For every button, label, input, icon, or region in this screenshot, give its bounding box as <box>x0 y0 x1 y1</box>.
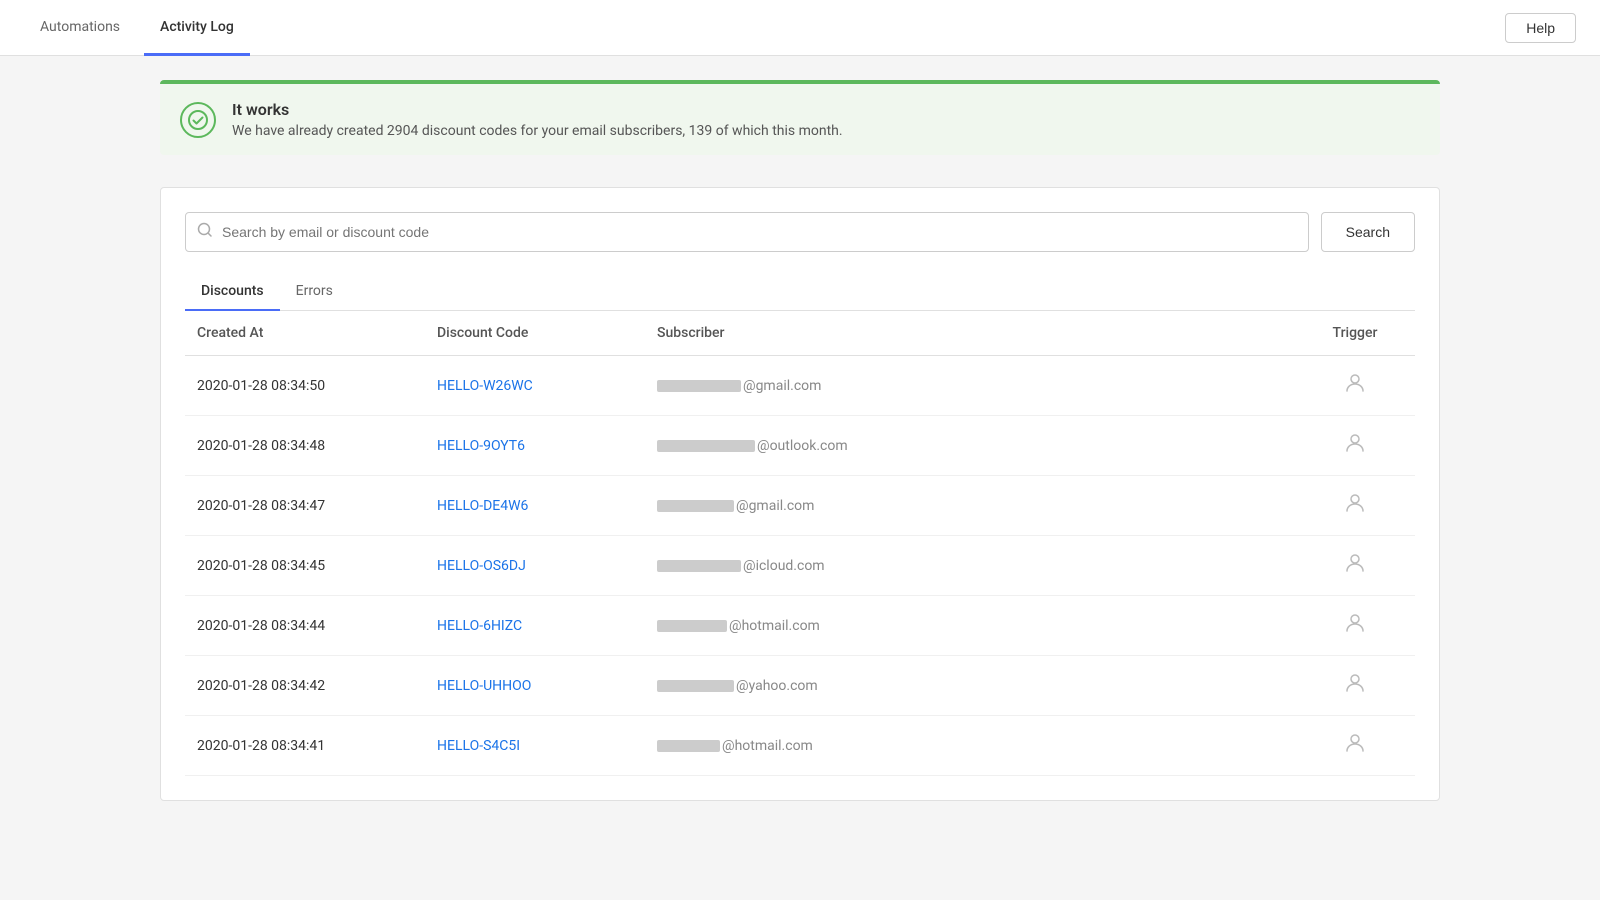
cell-trigger <box>1295 356 1415 416</box>
table-row: 2020-01-28 08:34:48 HELLO-9OYT6 @outlook… <box>185 416 1415 476</box>
cell-subscriber: @yahoo.com <box>645 656 1295 716</box>
person-icon <box>1345 555 1365 579</box>
person-icon <box>1345 495 1365 519</box>
banner-description: We have already created 2904 discount co… <box>232 123 843 139</box>
discount-code-link[interactable]: HELLO-OS6DJ <box>437 558 526 574</box>
cell-subscriber: @hotmail.com <box>645 596 1295 656</box>
cell-discount-code: HELLO-9OYT6 <box>425 416 645 476</box>
cell-trigger <box>1295 536 1415 596</box>
person-icon <box>1345 435 1365 459</box>
subscriber-email: @yahoo.com <box>657 678 818 694</box>
top-nav: Automations Activity Log Help <box>0 0 1600 56</box>
col-header-subscriber: Subscriber <box>645 311 1295 356</box>
table-row: 2020-01-28 08:34:45 HELLO-OS6DJ @icloud.… <box>185 536 1415 596</box>
cell-discount-code: HELLO-OS6DJ <box>425 536 645 596</box>
table-header-row: Created At Discount Code Subscriber Trig… <box>185 311 1415 356</box>
discounts-table: Created At Discount Code Subscriber Trig… <box>185 311 1415 776</box>
cell-discount-code: HELLO-W26WC <box>425 356 645 416</box>
cell-created-at: 2020-01-28 08:34:47 <box>185 476 425 536</box>
cell-discount-code: HELLO-UHHOO <box>425 656 645 716</box>
discount-code-link[interactable]: HELLO-DE4W6 <box>437 498 528 514</box>
discount-code-link[interactable]: HELLO-UHHOO <box>437 678 531 694</box>
help-button[interactable]: Help <box>1505 13 1576 43</box>
cell-created-at: 2020-01-28 08:34:48 <box>185 416 425 476</box>
cell-subscriber: @gmail.com <box>645 356 1295 416</box>
cell-discount-code: HELLO-6HIZC <box>425 596 645 656</box>
subscriber-email: @hotmail.com <box>657 618 820 634</box>
discount-code-link[interactable]: HELLO-9OYT6 <box>437 438 525 454</box>
search-button[interactable]: Search <box>1321 212 1415 252</box>
cell-subscriber: @gmail.com <box>645 476 1295 536</box>
content-card: Search Discounts Errors Created At Disco… <box>160 187 1440 801</box>
content-tab-bar: Discounts Errors <box>185 272 1415 311</box>
discount-code-link[interactable]: HELLO-W26WC <box>437 378 533 394</box>
cell-trigger <box>1295 476 1415 536</box>
tab-discounts[interactable]: Discounts <box>185 273 280 311</box>
col-header-trigger: Trigger <box>1295 311 1415 356</box>
nav-tabs: Automations Activity Log <box>24 0 250 55</box>
cell-trigger <box>1295 596 1415 656</box>
success-banner: It works We have already created 2904 di… <box>160 80 1440 155</box>
search-input[interactable] <box>185 212 1309 252</box>
cell-discount-code: HELLO-S4C5I <box>425 716 645 776</box>
col-header-discount-code: Discount Code <box>425 311 645 356</box>
cell-subscriber: @hotmail.com <box>645 716 1295 776</box>
banner-title: It works <box>232 100 843 119</box>
cell-subscriber: @icloud.com <box>645 536 1295 596</box>
col-header-created-at: Created At <box>185 311 425 356</box>
main-content: It works We have already created 2904 di… <box>0 56 1600 825</box>
person-icon <box>1345 735 1365 759</box>
table-row: 2020-01-28 08:34:42 HELLO-UHHOO @yahoo.c… <box>185 656 1415 716</box>
cell-created-at: 2020-01-28 08:34:50 <box>185 356 425 416</box>
subscriber-email: @gmail.com <box>657 378 821 394</box>
cell-subscriber: @outlook.com <box>645 416 1295 476</box>
cell-created-at: 2020-01-28 08:34:41 <box>185 716 425 776</box>
cell-trigger <box>1295 656 1415 716</box>
table-row: 2020-01-28 08:34:50 HELLO-W26WC @gmail.c… <box>185 356 1415 416</box>
subscriber-email: @gmail.com <box>657 498 814 514</box>
search-input-wrap <box>185 212 1309 252</box>
table-row: 2020-01-28 08:34:41 HELLO-S4C5I @hotmail… <box>185 716 1415 776</box>
cell-discount-code: HELLO-DE4W6 <box>425 476 645 536</box>
table-row: 2020-01-28 08:34:47 HELLO-DE4W6 @gmail.c… <box>185 476 1415 536</box>
person-icon <box>1345 375 1365 399</box>
banner-text: It works We have already created 2904 di… <box>232 100 843 139</box>
cell-trigger <box>1295 716 1415 776</box>
subscriber-email: @icloud.com <box>657 558 825 574</box>
cell-created-at: 2020-01-28 08:34:42 <box>185 656 425 716</box>
search-row: Search <box>185 212 1415 252</box>
subscriber-email: @hotmail.com <box>657 738 813 754</box>
subscriber-email: @outlook.com <box>657 438 848 454</box>
nav-tab-activity-log[interactable]: Activity Log <box>144 1 250 56</box>
success-icon <box>180 102 216 138</box>
search-icon <box>197 222 213 242</box>
cell-created-at: 2020-01-28 08:34:45 <box>185 536 425 596</box>
discount-code-link[interactable]: HELLO-6HIZC <box>437 618 522 634</box>
tab-errors[interactable]: Errors <box>280 273 349 311</box>
discount-code-link[interactable]: HELLO-S4C5I <box>437 738 520 754</box>
table-row: 2020-01-28 08:34:44 HELLO-6HIZC @hotmail… <box>185 596 1415 656</box>
cell-created-at: 2020-01-28 08:34:44 <box>185 596 425 656</box>
nav-tab-automations[interactable]: Automations <box>24 1 136 56</box>
person-icon <box>1345 615 1365 639</box>
person-icon <box>1345 675 1365 699</box>
cell-trigger <box>1295 416 1415 476</box>
